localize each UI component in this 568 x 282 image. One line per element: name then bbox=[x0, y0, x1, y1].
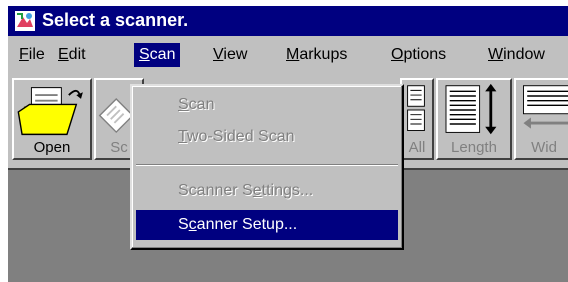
menu-markups-label: arkups bbox=[299, 46, 348, 63]
open-button-label: Open bbox=[33, 139, 71, 156]
menu-view-accel: V bbox=[213, 46, 224, 63]
menu-scan-label: can bbox=[149, 46, 176, 63]
fit-width-icon bbox=[523, 85, 568, 129]
menu-separator bbox=[136, 164, 398, 166]
menu-item-settings-pre: Scanner S bbox=[178, 182, 253, 199]
menu-file-accel: F bbox=[19, 46, 29, 63]
fit-width-button-label: Wid bbox=[531, 139, 557, 156]
fit-width-button[interactable]: Wid bbox=[514, 78, 568, 160]
menu-markups-accel: M bbox=[286, 46, 300, 63]
menu-item-scanner-setup[interactable]: Scanner Setup... bbox=[136, 210, 398, 240]
menu-markups[interactable]: Markups bbox=[281, 43, 352, 67]
menu-options-label: ptions bbox=[403, 46, 447, 63]
menu-item-two-sided-accel: T bbox=[178, 128, 187, 145]
menu-item-settings-accel: e bbox=[252, 182, 262, 199]
title-bar[interactable]: Select a scanner. bbox=[8, 6, 568, 36]
menu-item-scan[interactable]: Scan bbox=[136, 90, 398, 120]
fit-length-button[interactable]: Length bbox=[436, 78, 512, 160]
application-window: Select a scanner. File Edit Scan View Ma… bbox=[8, 6, 568, 282]
open-folder-icon bbox=[17, 87, 83, 136]
menu-item-scanner-settings[interactable]: Scanner Settings... bbox=[136, 176, 398, 206]
menu-view-label: iew bbox=[223, 46, 248, 63]
menu-edit-accel: E bbox=[58, 46, 69, 63]
menu-item-two-sided-scan[interactable]: Two-Sided Scan bbox=[136, 122, 398, 152]
menu-scan-accel: S bbox=[139, 46, 150, 63]
fit-length-button-label: Length bbox=[451, 139, 497, 156]
menu-edit[interactable]: Edit bbox=[53, 43, 91, 67]
menu-item-scan-post: can bbox=[188, 96, 215, 113]
menu-file-label: ile bbox=[28, 46, 45, 63]
fit-length-icon bbox=[445, 83, 497, 135]
menu-view[interactable]: View bbox=[208, 43, 252, 67]
menu-bar: File Edit Scan View Markups Options Wind… bbox=[8, 40, 568, 70]
menu-item-setup-post: anner Setup... bbox=[196, 216, 298, 233]
menu-item-scan-accel: S bbox=[178, 96, 189, 113]
menu-item-settings-post: ttings... bbox=[261, 182, 314, 199]
menu-edit-label: dit bbox=[68, 46, 86, 63]
menu-options[interactable]: Options bbox=[386, 43, 451, 67]
menu-window[interactable]: Window bbox=[483, 43, 550, 67]
menu-item-two-sided-post: wo-Sided Scan bbox=[186, 128, 295, 145]
scanner-app-icon bbox=[15, 11, 35, 31]
menu-item-setup-pre: S bbox=[178, 216, 189, 233]
window-title: Select a scanner. bbox=[42, 10, 189, 30]
all-pages-button[interactable]: All bbox=[400, 78, 434, 160]
all-pages-button-label: All bbox=[408, 139, 426, 156]
menu-item-setup-accel: c bbox=[188, 216, 197, 233]
menu-window-label: indow bbox=[503, 46, 545, 63]
menu-window-accel: W bbox=[488, 46, 504, 63]
menu-options-accel: O bbox=[391, 46, 404, 63]
open-button[interactable]: Open bbox=[12, 78, 92, 160]
scan-menu-dropdown: Scan Two-Sided Scan Scanner Settings... … bbox=[130, 84, 404, 250]
menu-file[interactable]: File bbox=[14, 43, 50, 67]
menu-scan[interactable]: Scan bbox=[134, 43, 181, 67]
pages-icon bbox=[407, 85, 425, 131]
